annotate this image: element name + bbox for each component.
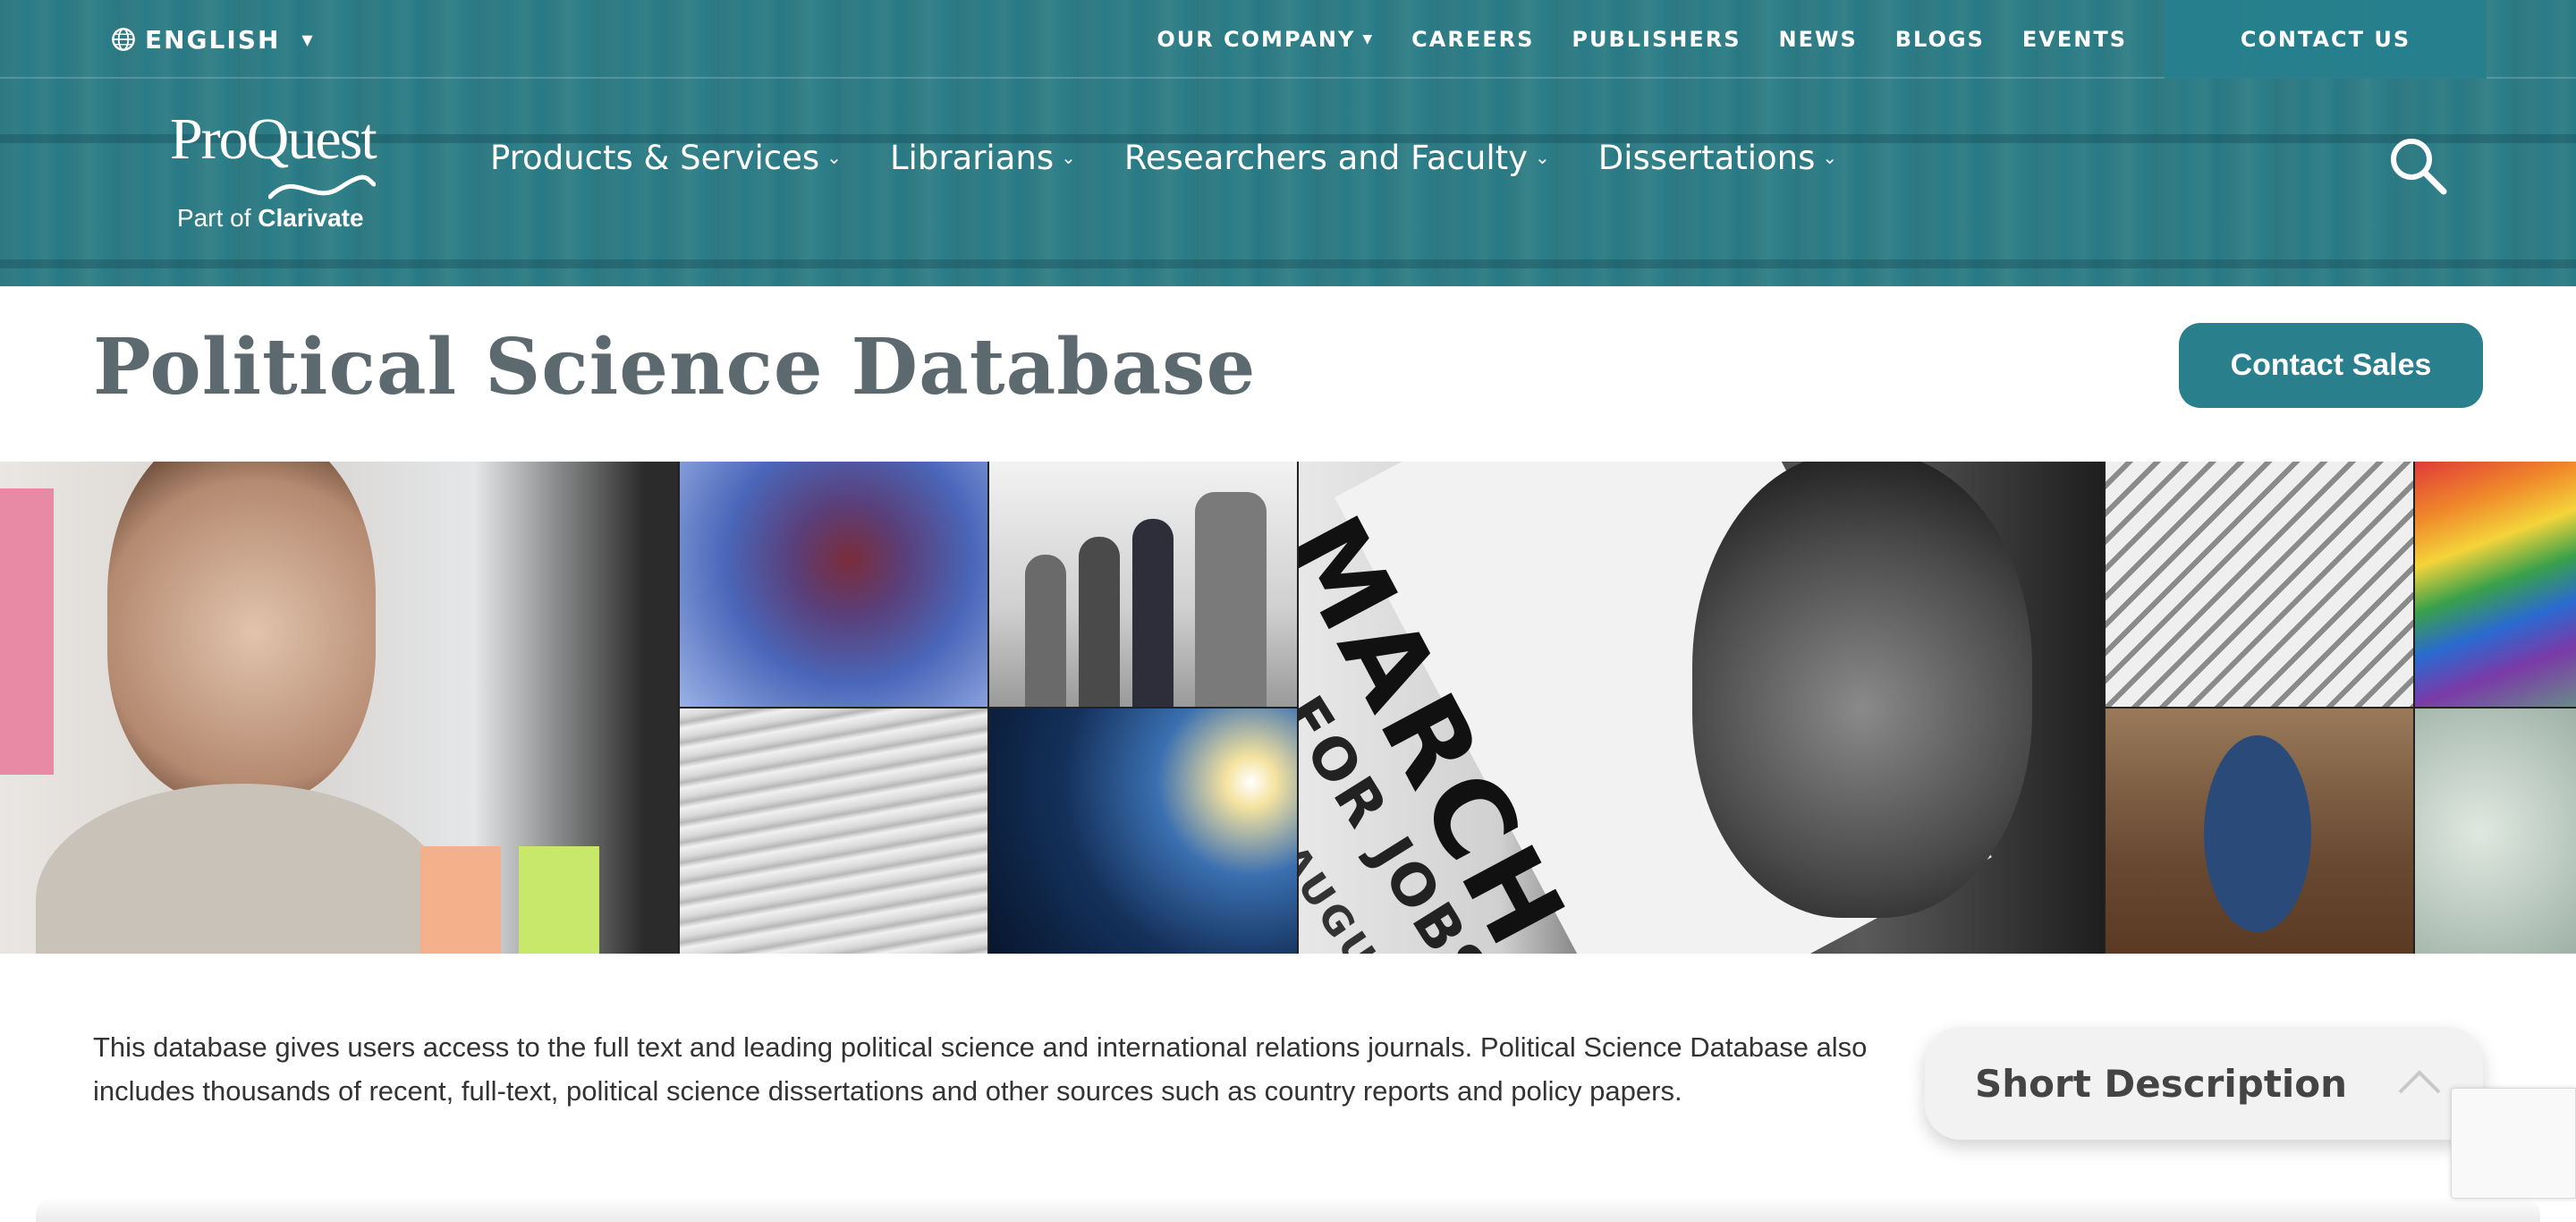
sticky-note-orange [420,846,501,954]
nav-our-company-label: OUR COMPANY [1157,27,1356,52]
nav-researchers-faculty-label: Researchers and Faculty [1123,138,1529,177]
logo-swoosh-icon [268,174,376,199]
photo-earth-network [989,709,1297,954]
nav-events[interactable]: EVENTS [2022,27,2127,52]
content-card-edge [36,1197,2540,1222]
nav-careers[interactable]: CAREERS [1411,27,1534,52]
nav-products-services[interactable]: Products & Services ⌄ [490,139,842,177]
chevron-down-icon: ⌄ [1535,147,1550,168]
caret-down-icon: ▼ [1362,32,1375,47]
shelf-line [0,259,2576,268]
short-description-toggle[interactable]: Short Description [1925,1027,2483,1140]
photo-breakdancer [2106,709,2413,954]
database-description: This database gives users access to the … [93,1031,1868,1107]
nav-librarians-label: Librarians [889,138,1055,177]
woman-shoulder [36,784,447,954]
logo-part-of: Part of Clarivate [177,204,364,233]
dancer-figure [2204,735,2311,932]
photo-crosswalk-crowd [2106,462,2413,707]
photo-civil-rights-march: MARCH FOR JOBS AUGUST [1299,462,2104,954]
woman-head [107,462,376,802]
chevron-down-icon: ⌄ [826,147,842,168]
photo-neuron [680,462,987,707]
nav-products-services-label: Products & Services [490,138,820,177]
sticky-note-green [519,846,599,954]
utility-nav: OUR COMPANY ▼ CAREERS PUBLISHERS NEWS BL… [1157,0,2576,79]
photo-woman-at-desk [0,462,678,954]
person-figure [1195,492,1267,707]
nav-dissertations[interactable]: Dissertations ⌄ [1598,139,1837,177]
contact-us-button[interactable]: CONTACT US [2165,0,2487,79]
pink-object [0,488,54,775]
nav-researchers-faculty[interactable]: Researchers and Faculty ⌄ [1124,139,1550,177]
nav-our-company[interactable]: OUR COMPANY ▼ [1157,27,1374,52]
chevron-down-icon: ⌄ [1822,147,1838,168]
caret-down-icon: ▼ [301,30,315,48]
photo-antique-map [2415,709,2576,954]
person-figure [1025,555,1066,707]
language-label: ENGLISH [145,24,281,55]
person-figure [1132,519,1174,707]
chevron-down-icon: ⌄ [1061,147,1076,168]
nav-dissertations-label: Dissertations [1597,138,1816,177]
logo-parent-name: Clarivate [258,204,364,232]
photo-rainbow-flag [2415,462,2576,707]
title-bar: Political Science Database Contact Sales [0,286,2576,462]
hero-collage: MARCH FOR JOBS AUGUST [0,462,2576,954]
short-description-label: Short Description [1975,1061,2348,1106]
main-nav: Products & Services ⌄ Librarians ⌄ Resea… [490,132,1885,182]
woman-face [1692,462,2032,918]
language-selector[interactable]: ENGLISH ▼ [111,21,315,57]
page-title: Political Science Database [93,322,1257,412]
contact-sales-button[interactable]: Contact Sales [2179,323,2483,408]
utility-bar: ENGLISH ▼ OUR COMPANY ▼ CAREERS PUBLISHE… [0,0,2576,79]
nav-librarians[interactable]: Librarians ⌄ [890,139,1076,177]
chevron-up-icon [2398,1070,2441,1094]
person-figure [1079,537,1120,707]
photo-business-people [989,462,1297,707]
recaptcha-badge[interactable] [2451,1088,2576,1199]
logo-part-of-text: Part of [177,204,251,232]
globe-icon [112,28,135,51]
photo-newspapers [680,709,987,954]
nav-news[interactable]: NEWS [1779,27,1858,52]
site-header: ENGLISH ▼ OUR COMPANY ▼ CAREERS PUBLISHE… [0,0,2576,286]
search-icon[interactable] [2386,134,2449,197]
nav-publishers[interactable]: PUBLISHERS [1572,27,1741,52]
proquest-logo[interactable]: ProQuest Part of Clarivate [161,106,402,240]
nav-blogs[interactable]: BLOGS [1895,27,1985,52]
